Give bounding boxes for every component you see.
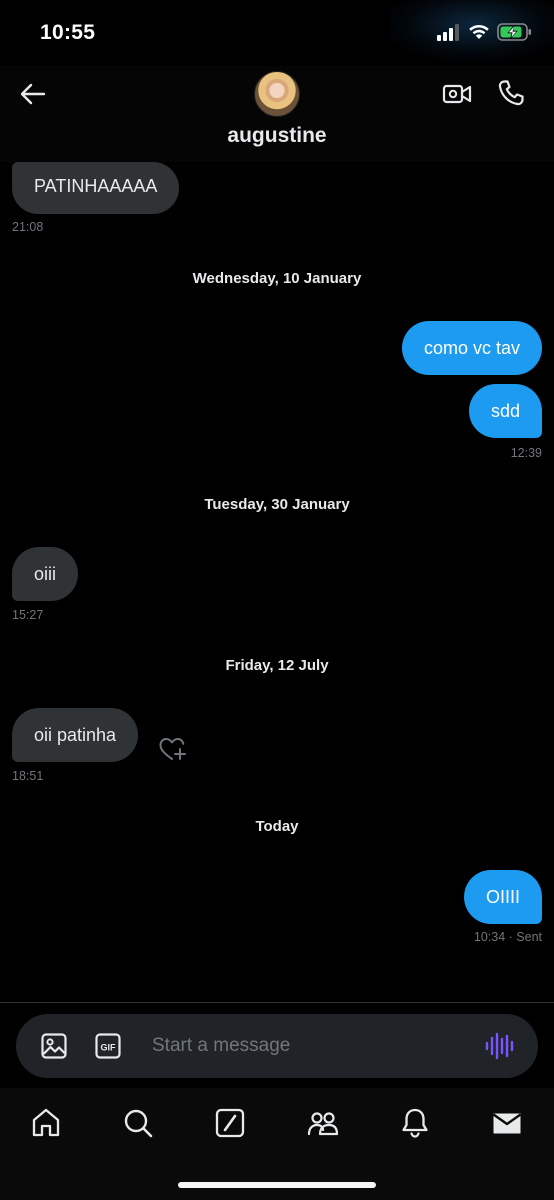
message-bubble-outgoing[interactable]: como vc tav xyxy=(401,321,542,375)
message-bubble-incoming[interactable]: PATINHAAAAA xyxy=(12,162,180,214)
communities-icon[interactable] xyxy=(306,1106,340,1140)
message-timestamp: 15:27 xyxy=(12,608,44,622)
date-divider: Today xyxy=(255,818,299,835)
cellular-signal-icon xyxy=(437,24,461,41)
conversation-header: augustine xyxy=(0,66,554,162)
contact-name[interactable]: augustine xyxy=(0,124,554,148)
message-input[interactable] xyxy=(152,1014,452,1078)
home-indicator xyxy=(178,1182,376,1188)
voice-icon[interactable] xyxy=(484,1032,514,1060)
back-arrow-icon[interactable] xyxy=(18,80,48,108)
search-icon[interactable] xyxy=(121,1106,155,1140)
notifications-icon[interactable] xyxy=(398,1106,432,1140)
status-bar: 10:55 xyxy=(0,0,554,66)
messages-icon[interactable] xyxy=(490,1106,524,1140)
date-divider: Wednesday, 10 January xyxy=(192,270,362,287)
battery-charging-icon xyxy=(497,22,533,42)
home-icon[interactable] xyxy=(29,1106,63,1140)
contact-avatar[interactable] xyxy=(254,71,300,117)
message-timestamp: 12:39 xyxy=(510,446,542,460)
gif-icon[interactable]: GIF xyxy=(94,1032,122,1060)
date-divider: Friday, 12 July xyxy=(225,657,329,674)
svg-text:GIF: GIF xyxy=(101,1042,117,1052)
date-divider: Tuesday, 30 January xyxy=(204,496,350,513)
composer-divider xyxy=(0,1002,554,1003)
message-bubble-incoming[interactable]: oii patinha xyxy=(12,708,139,762)
grok-icon[interactable] xyxy=(213,1106,247,1140)
image-icon[interactable] xyxy=(40,1032,68,1060)
message-timestamp: 18:51 xyxy=(12,769,44,783)
message-bubble-outgoing[interactable]: OIIII xyxy=(463,870,542,924)
message-timestamp-sent: 10:34 · Sent xyxy=(473,930,542,944)
message-thread[interactable]: PATINHAAAAA 21:08 Wednesday, 10 January … xyxy=(0,162,554,1002)
message-bubble-outgoing[interactable]: sdd xyxy=(468,384,542,438)
message-composer: GIF xyxy=(16,1014,538,1078)
message-bubble-incoming[interactable]: oiii xyxy=(12,547,79,601)
status-clock: 10:55 xyxy=(40,21,96,44)
message-timestamp: 21:08 xyxy=(12,220,44,234)
heart-plus-icon[interactable] xyxy=(158,735,188,763)
phone-icon[interactable] xyxy=(496,78,526,108)
video-call-icon[interactable] xyxy=(442,80,472,108)
wifi-icon xyxy=(468,22,490,40)
